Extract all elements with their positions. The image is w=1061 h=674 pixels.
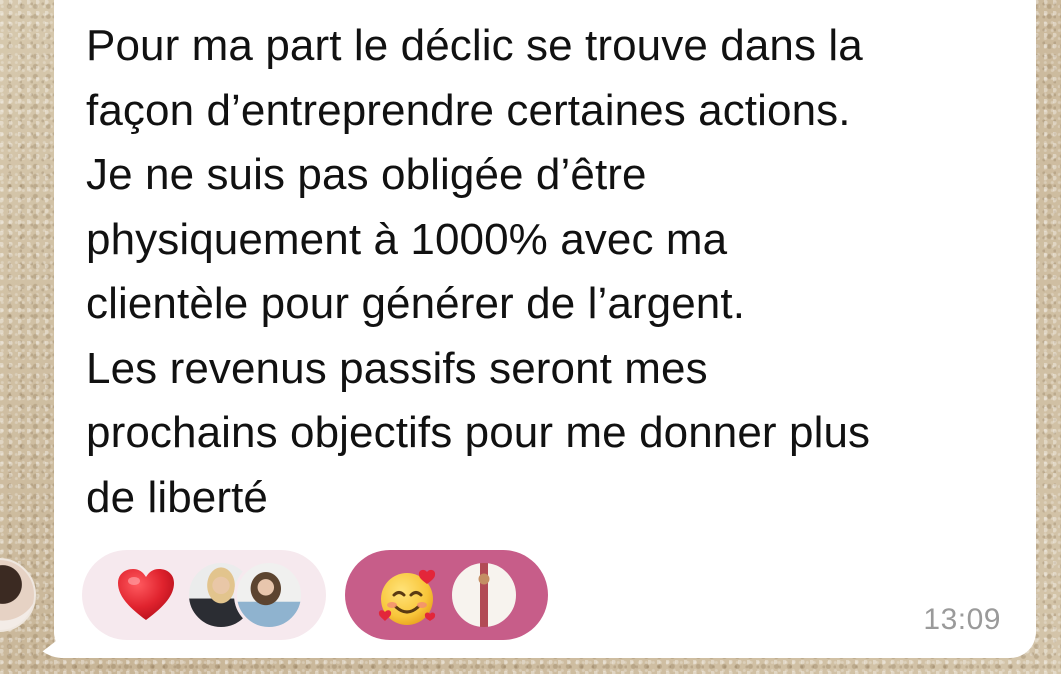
message-line: façon d’entreprendre certaines actions. bbox=[86, 85, 851, 135]
reactor-avatar bbox=[234, 560, 304, 630]
message-timestamp: 13:09 bbox=[923, 603, 1001, 636]
message-line: Les revenus passifs seront mes bbox=[86, 343, 708, 393]
red-heart-icon bbox=[118, 569, 174, 620]
reactor-avatar bbox=[449, 560, 519, 630]
message-line: clientèle pour générer de l’argent. bbox=[86, 279, 746, 328]
reaction-heart-chip[interactable] bbox=[82, 550, 326, 640]
message-text: Pour ma part le déclic se trouve dans la… bbox=[86, 14, 1026, 530]
smiling-face-with-hearts-icon bbox=[378, 569, 436, 625]
message-line: prochains objectifs pour me donner plus bbox=[86, 408, 871, 457]
sender-avatar[interactable] bbox=[0, 558, 36, 632]
message-line: physiquement à 1000% avec ma bbox=[86, 214, 728, 264]
message-line: Je ne suis pas obligée d’être bbox=[86, 150, 647, 199]
reaction-smiling-hearts-chip[interactable] bbox=[345, 550, 548, 640]
message-line: Pour ma part le déclic se trouve dans la bbox=[86, 21, 863, 70]
message-line: de liberté bbox=[86, 472, 269, 522]
